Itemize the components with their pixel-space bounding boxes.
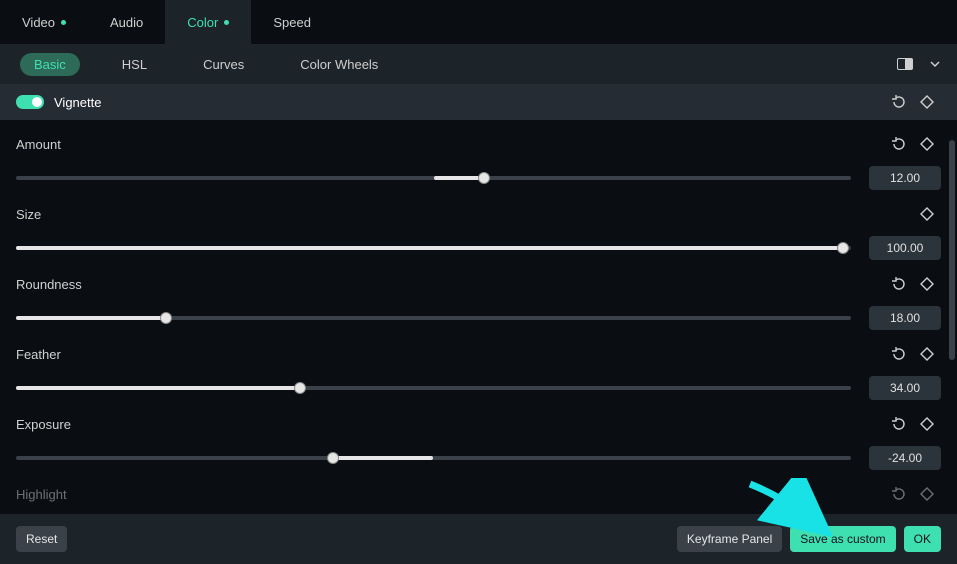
params-scroll-area: Amount 12.00 Size 100.00 — [0, 120, 957, 516]
roundness-value[interactable]: 18.00 — [869, 306, 941, 330]
feather-slider[interactable] — [16, 386, 851, 390]
tab-modified-dot — [224, 20, 229, 25]
size-value[interactable]: 100.00 — [869, 236, 941, 260]
subtab-color-wheels[interactable]: Color Wheels — [286, 53, 392, 76]
param-exposure: Exposure -24.00 — [16, 400, 941, 470]
param-highlight: Highlight — [16, 470, 941, 506]
size-slider[interactable] — [16, 246, 851, 250]
vignette-section-header: Vignette — [0, 84, 957, 120]
vignette-toggle[interactable] — [16, 95, 44, 109]
subtab-hsl[interactable]: HSL — [108, 53, 161, 76]
reset-icon[interactable] — [885, 480, 913, 508]
vertical-scrollbar[interactable] — [949, 90, 955, 470]
reset-icon[interactable] — [885, 270, 913, 298]
keyframe-diamond-icon[interactable] — [913, 270, 941, 298]
keyframe-panel-button[interactable]: Keyframe Panel — [677, 526, 782, 552]
param-label: Highlight — [16, 487, 885, 502]
keyframe-diamond-icon[interactable] — [913, 480, 941, 508]
param-roundness: Roundness 18.00 — [16, 260, 941, 330]
vignette-reset-button[interactable] — [885, 88, 913, 116]
roundness-slider[interactable] — [16, 316, 851, 320]
top-tab-bar: Video Audio Color Speed — [0, 0, 957, 44]
tab-video[interactable]: Video — [0, 0, 88, 44]
param-amount: Amount 12.00 — [16, 120, 941, 190]
reset-button[interactable]: Reset — [16, 526, 67, 552]
keyframe-diamond-icon[interactable] — [913, 200, 941, 228]
tab-color[interactable]: Color — [165, 0, 251, 44]
amount-value[interactable]: 12.00 — [869, 166, 941, 190]
tab-audio[interactable]: Audio — [88, 0, 165, 44]
tab-modified-dot — [61, 20, 66, 25]
keyframe-diamond-icon[interactable] — [913, 340, 941, 368]
scrollbar-thumb[interactable] — [949, 140, 955, 360]
exposure-value[interactable]: -24.00 — [869, 446, 941, 470]
tab-label: Speed — [273, 15, 311, 30]
compare-split-icon[interactable] — [897, 58, 913, 70]
param-label: Roundness — [16, 277, 885, 292]
subtab-basic[interactable]: Basic — [20, 53, 80, 76]
feather-value[interactable]: 34.00 — [869, 376, 941, 400]
vignette-keyframe-button[interactable] — [913, 88, 941, 116]
param-size: Size 100.00 — [16, 190, 941, 260]
sub-tab-bar: Basic HSL Curves Color Wheels — [0, 44, 957, 84]
vignette-title: Vignette — [54, 95, 101, 110]
reset-icon[interactable] — [885, 130, 913, 158]
ok-button[interactable]: OK — [904, 526, 941, 552]
param-label: Feather — [16, 347, 885, 362]
exposure-slider[interactable] — [16, 456, 851, 460]
param-label: Amount — [16, 137, 885, 152]
tab-label: Audio — [110, 15, 143, 30]
tab-speed[interactable]: Speed — [251, 0, 333, 44]
keyframe-diamond-icon[interactable] — [913, 410, 941, 438]
tab-label: Color — [187, 15, 218, 30]
param-label: Exposure — [16, 417, 885, 432]
keyframe-diamond-icon[interactable] — [913, 130, 941, 158]
subtab-curves[interactable]: Curves — [189, 53, 258, 76]
param-label: Size — [16, 207, 885, 222]
tab-label: Video — [22, 15, 55, 30]
reset-icon[interactable] — [885, 340, 913, 368]
bottom-bar: Reset Keyframe Panel Save as custom OK — [0, 514, 957, 564]
amount-slider[interactable] — [16, 176, 851, 180]
save-as-custom-button[interactable]: Save as custom — [790, 526, 895, 552]
chevron-down-icon[interactable] — [929, 58, 941, 70]
reset-icon[interactable] — [885, 410, 913, 438]
param-feather: Feather 34.00 — [16, 330, 941, 400]
